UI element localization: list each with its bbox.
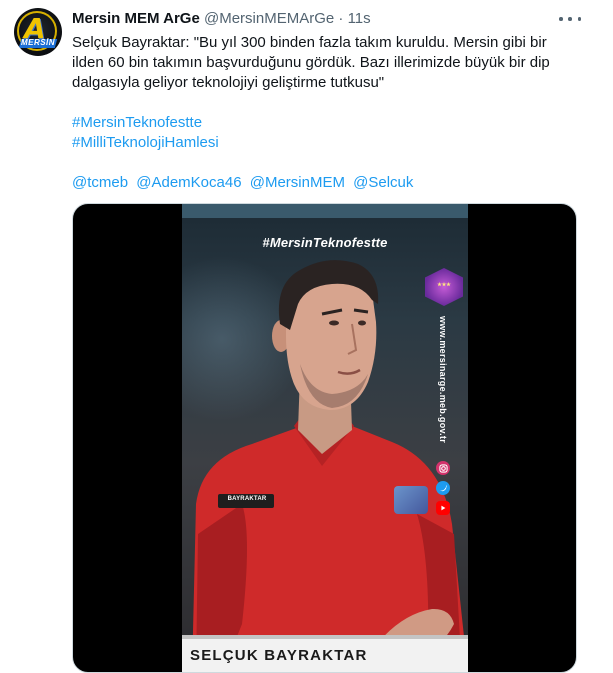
mention-link[interactable]: @Selcuk xyxy=(353,174,413,191)
video-frame[interactable]: #MersinTeknofestte BAYRAKTAR ★★★ www.mer… xyxy=(182,204,468,672)
lower-third-accent xyxy=(182,635,468,639)
teknofest-logo-icon xyxy=(394,486,428,514)
badge-text: ★★★ xyxy=(437,282,451,288)
tweet-text-line: dalgasıyla geliyor teknolojiyi geliştirm… xyxy=(72,74,385,91)
mention-link[interactable]: @tcmeb xyxy=(72,174,128,191)
side-url: www.mersinarge.meb.gov.tr xyxy=(436,316,450,464)
hashtag-link[interactable]: #MersinTeknofestte xyxy=(72,114,202,131)
lower-third-name: SELÇUK BAYRAKTAR xyxy=(190,647,368,664)
tweet-video[interactable]: #MersinTeknofestte BAYRAKTAR ★★★ www.mer… xyxy=(72,203,577,673)
mention-link[interactable]: @AdemKoca46 xyxy=(136,174,241,191)
tweet-timestamp[interactable]: 11s xyxy=(348,10,371,27)
mentions-line: @tcmeb @AdemKoca46 @MersinMEM @Selcuk xyxy=(72,173,597,193)
avatar-label: MERSİN xyxy=(20,38,56,47)
instagram-icon xyxy=(436,461,450,475)
hashtag-link[interactable]: #MilliTeknolojiHamlesi xyxy=(72,134,219,151)
twitter-icon xyxy=(436,481,450,495)
separator-dot: · xyxy=(338,10,344,27)
patch-label: BAYRAKTAR xyxy=(227,496,267,502)
tweet-text-line: ilden 60 bin takımın başvurduğunu gördük… xyxy=(72,54,550,71)
tweet-text-line: Selçuk Bayraktar: "Bu yıl 300 binden faz… xyxy=(72,34,547,51)
author-handle[interactable]: @MersinMEMArGe xyxy=(204,10,334,27)
author-name[interactable]: Mersin MEM ArGe xyxy=(72,10,200,27)
tweet-text: Selçuk Bayraktar: "Bu yıl 300 binden faz… xyxy=(72,33,597,193)
avatar[interactable]: A MERSİN xyxy=(14,8,62,56)
tweet[interactable]: A MERSİN Mersin MEM ArGe @MersinMEMArGe … xyxy=(0,0,613,673)
speaker-figure xyxy=(192,260,468,672)
lower-third: SELÇUK BAYRAKTAR xyxy=(182,635,468,672)
more-options-icon[interactable] xyxy=(559,12,581,26)
mention-link[interactable]: @MersinMEM xyxy=(250,174,345,191)
tweet-header: Mersin MEM ArGe @MersinMEMArGe · 11s xyxy=(72,9,371,29)
side-url-text: www.mersinarge.meb.gov.tr xyxy=(438,316,448,444)
youtube-icon xyxy=(436,501,450,515)
